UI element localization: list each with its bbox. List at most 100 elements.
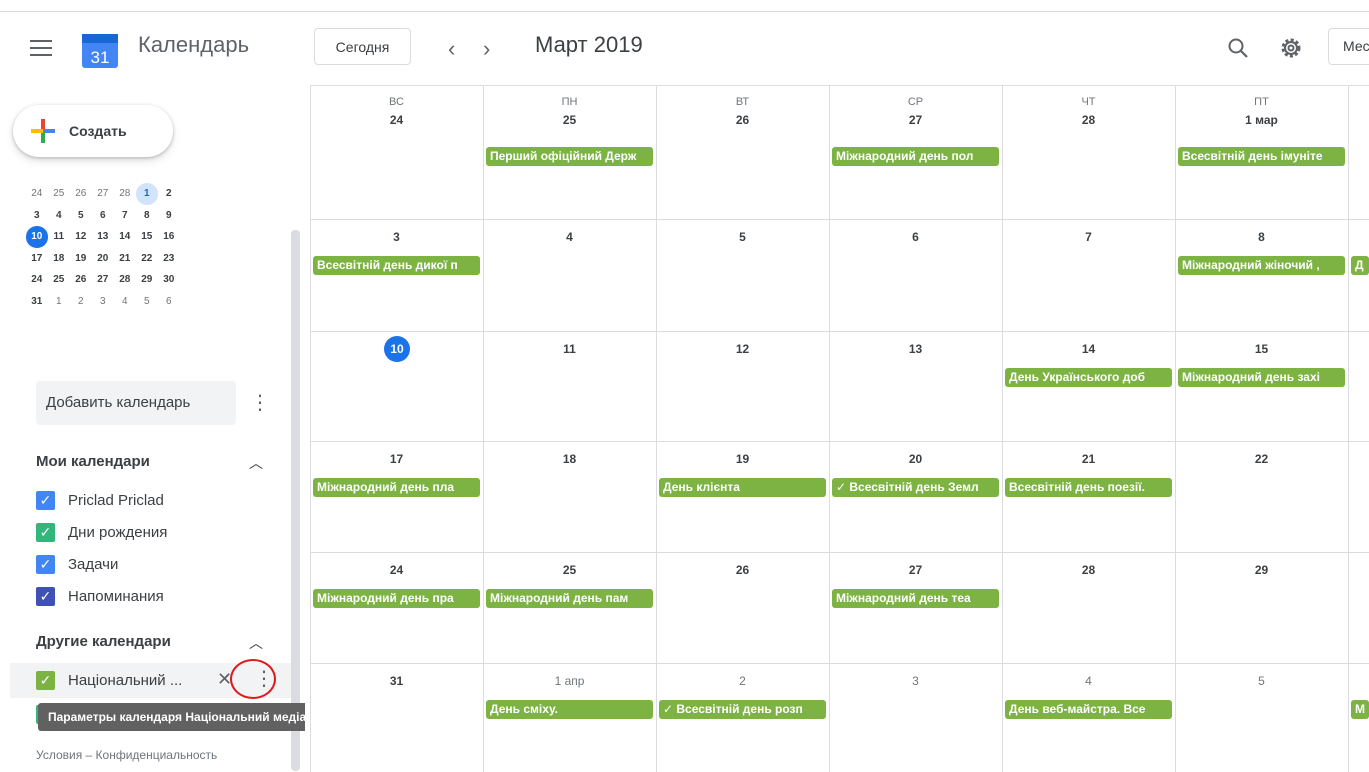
day-number[interactable]: 25 bbox=[483, 113, 656, 127]
mini-calendar-day[interactable]: 23 bbox=[158, 248, 180, 270]
event-chip[interactable]: Міжнародний день захі bbox=[1178, 368, 1345, 387]
day-number[interactable]: 29 bbox=[1175, 563, 1348, 577]
day-number[interactable]: 31 bbox=[310, 674, 483, 688]
day-number[interactable]: 2 bbox=[656, 674, 829, 688]
event-chip[interactable]: Перший офіційний Держ bbox=[486, 147, 653, 166]
day-number[interactable]: 14 bbox=[1002, 342, 1175, 356]
today-date[interactable]: 10 bbox=[384, 336, 410, 362]
search-icon[interactable] bbox=[1226, 36, 1250, 60]
day-number[interactable]: 20 bbox=[829, 452, 1002, 466]
event-chip[interactable]: Всесвітній день імуніте bbox=[1178, 147, 1345, 166]
checkbox[interactable]: ✓ bbox=[36, 522, 55, 542]
day-number[interactable]: 24 bbox=[310, 563, 483, 577]
day-number[interactable]: 17 bbox=[310, 452, 483, 466]
mini-calendar-day[interactable]: 31 bbox=[26, 291, 48, 313]
event-chip[interactable]: Міжнародний жіночий , bbox=[1178, 256, 1345, 275]
mini-calendar-day[interactable]: 21 bbox=[114, 248, 136, 270]
checkbox[interactable]: ✓ bbox=[36, 554, 55, 574]
mini-calendar-day[interactable]: 24 bbox=[26, 183, 48, 205]
day-number[interactable]: 11 bbox=[483, 342, 656, 356]
day-number[interactable]: 28 bbox=[1002, 113, 1175, 127]
day-number[interactable]: 1 апр bbox=[483, 674, 656, 688]
mini-calendar-day[interactable]: 20 bbox=[92, 248, 114, 270]
event-chip[interactable]: ✓ Всесвітній день Земл bbox=[832, 478, 999, 497]
day-number[interactable]: 7 bbox=[1002, 230, 1175, 244]
mini-calendar-day[interactable]: 2 bbox=[158, 183, 180, 205]
calendar-item[interactable]: ✓ Priclad Priclad bbox=[36, 487, 276, 513]
checkbox[interactable]: ✓ bbox=[36, 586, 55, 606]
mini-calendar-day[interactable]: 7 bbox=[114, 205, 136, 227]
mini-calendar-day[interactable]: 5 bbox=[70, 205, 92, 227]
mini-calendar-day[interactable]: 6 bbox=[158, 291, 180, 313]
event-chip[interactable]: День Українського доб bbox=[1005, 368, 1172, 387]
add-calendar-input[interactable]: Добавить календарь bbox=[36, 381, 236, 425]
mini-calendar-day[interactable]: 9 bbox=[158, 205, 180, 227]
mini-calendar-day[interactable]: 30 bbox=[158, 269, 180, 291]
event-chip[interactable]: Д bbox=[1351, 256, 1369, 275]
day-number[interactable]: 5 bbox=[1175, 674, 1348, 688]
mini-calendar-day[interactable]: 2 bbox=[70, 291, 92, 313]
event-chip[interactable]: День веб-майстра. Все bbox=[1005, 700, 1172, 719]
mini-calendar-day[interactable]: 13 bbox=[92, 226, 114, 248]
day-number[interactable]: 18 bbox=[483, 452, 656, 466]
other-calendars-title[interactable]: Другие календари bbox=[36, 633, 171, 650]
mini-calendar-day[interactable]: 24 bbox=[26, 269, 48, 291]
day-number[interactable]: 21 bbox=[1002, 452, 1175, 466]
my-calendars-title[interactable]: Мои календари bbox=[36, 453, 150, 470]
event-chip[interactable]: Міжнародний день теа bbox=[832, 589, 999, 608]
mini-calendar-day[interactable]: 25 bbox=[48, 269, 70, 291]
mini-calendar-day[interactable]: 15 bbox=[136, 226, 158, 248]
day-number[interactable]: 25 bbox=[483, 563, 656, 577]
day-number[interactable]: 27 bbox=[829, 563, 1002, 577]
event-chip[interactable]: Міжнародний день пам bbox=[486, 589, 653, 608]
mini-calendar-day[interactable]: 6 bbox=[92, 205, 114, 227]
mini-calendar-day[interactable]: 3 bbox=[26, 205, 48, 227]
mini-calendar-day[interactable]: 19 bbox=[70, 248, 92, 270]
day-number[interactable]: 1 мар bbox=[1175, 113, 1348, 127]
mini-calendar-day[interactable]: 16 bbox=[158, 226, 180, 248]
event-chip[interactable]: День клієнта bbox=[659, 478, 826, 497]
mini-calendar-day[interactable]: 12 bbox=[70, 226, 92, 248]
day-number[interactable]: 4 bbox=[1002, 674, 1175, 688]
add-calendar-more-icon[interactable]: ⋮ bbox=[250, 390, 270, 415]
mini-calendar-day[interactable]: 3 bbox=[92, 291, 114, 313]
mini-calendar-day[interactable]: 8 bbox=[136, 205, 158, 227]
mini-calendar-day[interactable]: 28 bbox=[114, 269, 136, 291]
mini-calendar-day[interactable]: 25 bbox=[48, 183, 70, 205]
day-number[interactable]: 27 bbox=[829, 113, 1002, 127]
mini-calendar-day[interactable]: 4 bbox=[114, 291, 136, 313]
checkbox[interactable]: ✓ bbox=[36, 490, 55, 510]
chevron-up-icon[interactable]: ︿ bbox=[249, 453, 263, 473]
mini-calendar-day[interactable]: 26 bbox=[70, 183, 92, 205]
event-chip[interactable]: День сміху. bbox=[486, 700, 653, 719]
checkbox[interactable]: ✓ bbox=[36, 671, 55, 690]
event-chip[interactable]: Міжнародний день пла bbox=[313, 478, 480, 497]
day-number[interactable]: 6 bbox=[829, 230, 1002, 244]
chevron-up-icon[interactable]: ︿ bbox=[249, 633, 263, 653]
mini-calendar-day[interactable]: 5 bbox=[136, 291, 158, 313]
create-button[interactable]: Создать bbox=[13, 105, 173, 157]
event-chip[interactable]: Міжнародний день пол bbox=[832, 147, 999, 166]
prev-month-button[interactable]: ‹ bbox=[448, 36, 455, 62]
day-number[interactable]: 3 bbox=[310, 230, 483, 244]
event-chip[interactable]: Всесвітній день поезії. bbox=[1005, 478, 1172, 497]
calendar-item[interactable]: ✓ Дни рождения bbox=[36, 519, 276, 545]
mini-calendar-day[interactable]: 14 bbox=[114, 226, 136, 248]
mini-calendar-day[interactable]: 11 bbox=[48, 226, 70, 248]
mini-calendar-day[interactable]: 26 bbox=[70, 269, 92, 291]
day-number[interactable]: 26 bbox=[656, 113, 829, 127]
footer-links[interactable]: Условия – Конфиденциальность bbox=[36, 748, 217, 762]
calendar-item[interactable]: ✓ Задачи bbox=[36, 551, 276, 577]
mini-calendar-day[interactable]: 22 bbox=[136, 248, 158, 270]
day-number[interactable]: 3 bbox=[829, 674, 1002, 688]
event-chip[interactable]: М bbox=[1351, 700, 1369, 719]
day-number[interactable]: 26 bbox=[656, 563, 829, 577]
scrollbar[interactable] bbox=[291, 230, 300, 771]
today-button[interactable]: Сегодня bbox=[314, 28, 411, 65]
mini-calendar-day[interactable]: 4 bbox=[48, 205, 70, 227]
calendar-item[interactable]: ✓ Напоминания bbox=[36, 583, 276, 609]
mini-calendar-day[interactable]: 27 bbox=[92, 183, 114, 205]
event-chip[interactable]: Всесвітній день дикої п bbox=[313, 256, 480, 275]
mini-calendar-day[interactable]: 29 bbox=[136, 269, 158, 291]
mini-calendar-day[interactable]: 10 bbox=[26, 226, 48, 248]
